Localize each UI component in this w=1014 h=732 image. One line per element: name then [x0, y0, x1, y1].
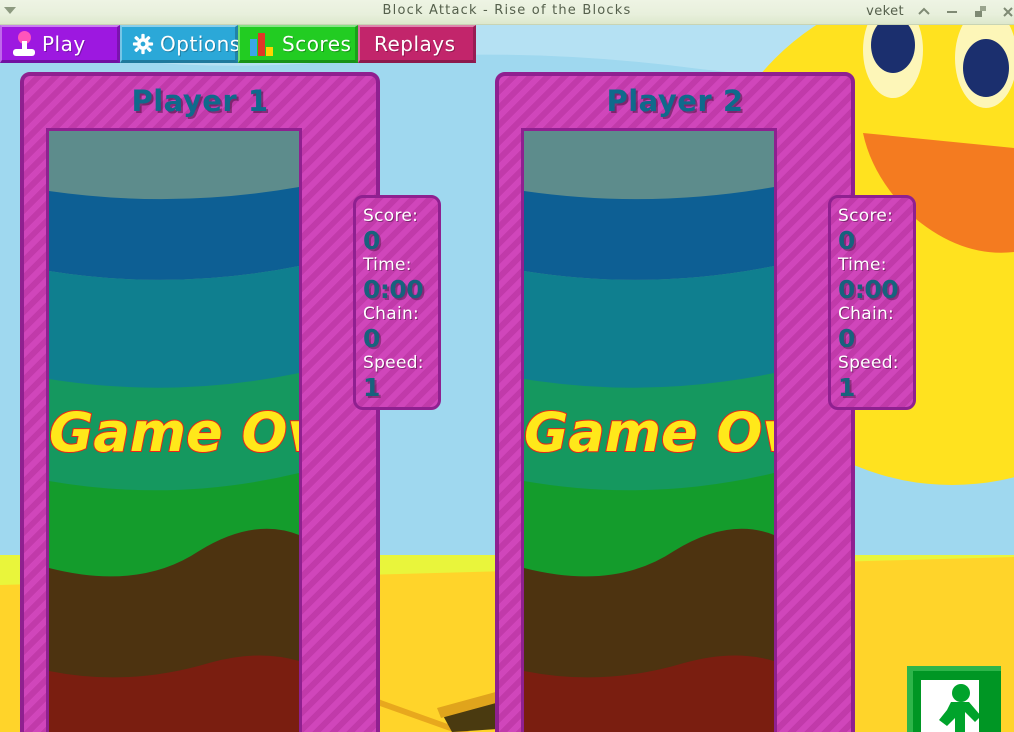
player-1-speed-value: 1 — [363, 373, 380, 402]
minimize-icon — [947, 11, 957, 13]
player-1-time-label: Time: — [363, 255, 412, 275]
tab-play[interactable]: Play — [0, 25, 120, 63]
tab-scores[interactable]: Scores — [238, 25, 358, 63]
tab-scores-label: Scores — [282, 31, 352, 56]
tab-options[interactable]: Options — [120, 25, 241, 63]
minimize-button[interactable] — [944, 4, 960, 20]
maximize-icon — [974, 6, 986, 17]
tab-options-label: Options — [160, 31, 241, 56]
window-controls — [916, 4, 1014, 20]
gear-icon — [132, 33, 154, 54]
tab-bar: Play Options Scores Replays — [0, 25, 476, 65]
player-2-score-value: 0 — [838, 226, 855, 255]
tab-replays[interactable]: Replays — [358, 25, 476, 63]
shade-button[interactable] — [916, 4, 932, 20]
player-1-score-value: 0 — [363, 226, 380, 255]
player-1-time-value: 0:00 — [363, 275, 424, 304]
player-2-chain-value: 0 — [838, 324, 855, 353]
application-window: Block Attack - Rise of the Blocks veket — [0, 0, 1014, 732]
player-1-game-over-text: Game Over — [49, 400, 299, 465]
player-2-time-label: Time: — [838, 255, 887, 275]
player-2-game-over-text: Game Over — [524, 400, 774, 465]
close-button[interactable] — [1000, 4, 1014, 20]
player-2-score-label: Score: — [838, 206, 894, 226]
chevron-up-icon — [918, 7, 930, 15]
player-1-speed-label: Speed: — [363, 353, 424, 373]
player-1-playfield[interactable]: Game Over — [46, 128, 302, 732]
player-2-scorebox: Score: 0 Time: 0:00 Chain: 0 Speed: 1 — [828, 195, 916, 410]
maximize-button[interactable] — [972, 4, 988, 20]
tab-replays-label: Replays — [374, 31, 456, 56]
player-2-time-value: 0:00 — [838, 275, 899, 304]
player-1-scorebox: Score: 0 Time: 0:00 Chain: 0 Speed: 1 — [353, 195, 441, 410]
player-1-score-label: Score: — [363, 206, 419, 226]
player-1-panel: Player 1 Game Over — [20, 72, 380, 732]
window-title-bar[interactable]: Block Attack - Rise of the Blocks veket — [0, 0, 1014, 25]
game-client-area: Play Options Scores Replays Player 1 Gam… — [0, 25, 1014, 732]
player-2-playfield[interactable]: Game Over — [521, 128, 777, 732]
user-label: veket — [866, 4, 904, 19]
player-2-speed-value: 1 — [838, 373, 855, 402]
exit-running-man-icon[interactable] — [907, 666, 1001, 732]
player-1-title: Player 1 — [131, 84, 269, 118]
joystick-icon — [12, 30, 36, 57]
player-1-chain-value: 0 — [363, 324, 380, 353]
player-2-speed-label: Speed: — [838, 353, 899, 373]
close-icon — [1003, 7, 1013, 17]
tab-play-label: Play — [42, 31, 86, 56]
player-2-panel: Player 2 Game Over — [495, 72, 855, 732]
player-2-title: Player 2 — [606, 84, 744, 118]
player-2-chain-label: Chain: — [838, 304, 895, 324]
window-title: Block Attack - Rise of the Blocks — [382, 3, 632, 18]
bar-chart-icon — [250, 32, 276, 56]
player-1-chain-label: Chain: — [363, 304, 420, 324]
